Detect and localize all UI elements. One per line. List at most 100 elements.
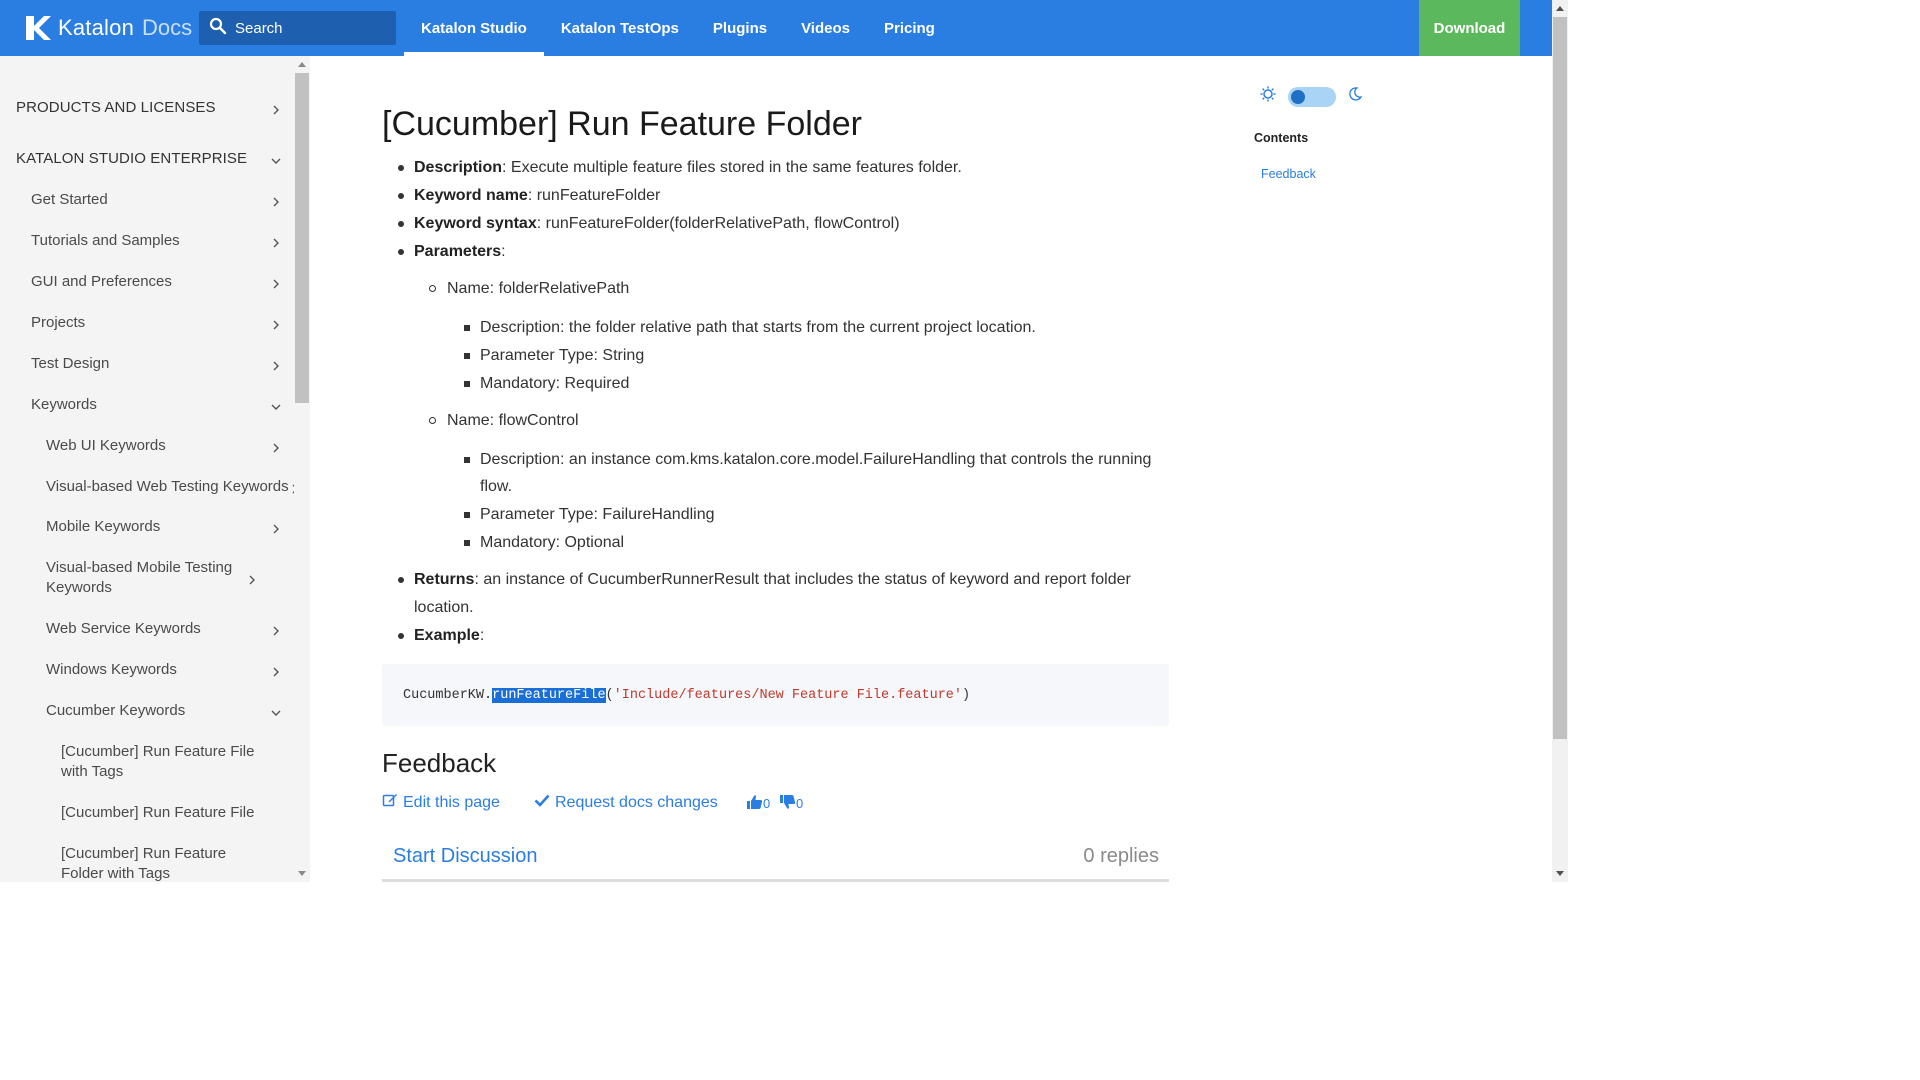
sidebar-item-label: [Cucumber] Run Feature Folder with Tags (61, 845, 227, 882)
chevron-right-icon (246, 572, 258, 585)
toc-feedback-link[interactable]: Feedback (1261, 167, 1316, 181)
sidebar-item-web-ui-keywords[interactable]: Web UI Keywords (46, 436, 294, 456)
nav-katalon-studio[interactable]: Katalon Studio (404, 0, 544, 56)
nav-pricing[interactable]: Pricing (867, 0, 952, 56)
nav-plugins[interactable]: Plugins (696, 0, 784, 56)
bullet-disc (398, 633, 404, 639)
search-icon (209, 17, 227, 40)
request-docs-changes-link[interactable]: Request docs changes (534, 792, 718, 813)
sidebar-item-label: Cucumber Keywords (46, 702, 186, 719)
sidebar-item-label: Keywords (31, 396, 97, 413)
example-line: Example: (414, 625, 484, 647)
parameters-colon: : (501, 243, 506, 260)
scrollbar-thumb[interactable] (295, 73, 309, 403)
bullet-square (464, 457, 470, 463)
search-input[interactable] (235, 19, 385, 37)
sidebar-item-cucumber-run-feature-folder-with-tags[interactable]: [Cucumber] Run Feature Folder with Tags (61, 844, 294, 882)
katalon-k-icon (24, 14, 52, 42)
downvote-count: 0 (796, 796, 804, 811)
sidebar-item-label: Web Service Keywords (46, 620, 201, 637)
sidebar-scrollbar[interactable] (294, 56, 310, 882)
code-close-paren: ) (962, 687, 971, 703)
dark-mode-toggle[interactable] (1288, 86, 1336, 107)
replies-count: 0 replies (1083, 845, 1159, 867)
sidebar-item-label: Tutorials and Samples (31, 232, 180, 249)
search-box[interactable] (199, 11, 396, 45)
sidebar-item-katalon-studio-enterprise[interactable]: KATALON STUDIO ENTERPRISE (16, 149, 294, 169)
sidebar-item-label: Test Design (31, 355, 110, 372)
scroll-up-arrow[interactable] (298, 62, 306, 67)
sidebar-item-get-started[interactable]: Get Started (31, 190, 294, 210)
bullet-circle (429, 417, 436, 424)
sidebar-item-label: Mobile Keywords (46, 518, 161, 535)
param-name-1: Name: folderRelativePath (447, 280, 630, 297)
nav-videos[interactable]: Videos (784, 0, 867, 56)
param-1-type: Parameter Type: String (480, 347, 645, 364)
sidebar-item-visual-web-testing-keywords[interactable]: Visual-based Web Testing Keywords (46, 477, 298, 497)
bullet-square (464, 540, 470, 546)
sidebar-item-label: Get Started (31, 191, 108, 208)
sidebar-item-mobile-keywords[interactable]: Mobile Keywords (46, 517, 294, 537)
page-title: [Cucumber] Run Feature Folder (382, 105, 862, 143)
sidebar-item-keywords[interactable]: Keywords (31, 395, 294, 415)
edit-this-page-label: Edit this page (403, 793, 500, 811)
discussion-bar: Start Discussion 0 replies (382, 836, 1169, 882)
chevron-down-icon (270, 399, 282, 411)
param-2-mandatory: Mandatory: Optional (480, 534, 625, 551)
download-button[interactable]: Download (1419, 0, 1520, 56)
sidebar-item-label: Windows Keywords (46, 661, 177, 678)
start-discussion-link[interactable]: Start Discussion (393, 845, 538, 868)
sidebar-item-test-design[interactable]: Test Design (31, 354, 294, 374)
param-2-description: Description: an instance com.kms.katalon… (480, 451, 1152, 468)
sidebar-item-web-service-keywords[interactable]: Web Service Keywords (46, 619, 294, 639)
sun-icon (1260, 86, 1276, 107)
keyword-name-label: Keyword name (414, 187, 528, 204)
nav-katalon-testops[interactable]: Katalon TestOps (544, 0, 696, 56)
returns-line-2: location. (414, 599, 474, 616)
bullet-square (464, 512, 470, 518)
top-navbar: Katalon Docs Katalon Studio Katalon Test… (0, 0, 1552, 56)
code-block[interactable]: CucumberKW. runFeatureFile('Include/featu… (382, 664, 1169, 726)
code-selected-text[interactable]: runFeatureFile (492, 687, 606, 703)
bullet-square (464, 381, 470, 387)
thumbs-up-icon (746, 794, 763, 813)
keyword-syntax-line: Keyword syntax: runFeatureFolder(folderR… (414, 213, 900, 235)
description-label: Description (414, 159, 503, 176)
toggle-knob (1291, 89, 1305, 104)
upvote-count: 0 (763, 796, 771, 811)
sidebar-item-cucumber-run-feature-file-with-tags[interactable]: [Cucumber] Run Feature File with Tags (61, 742, 294, 782)
katalon-logo[interactable]: Katalon Docs (0, 0, 199, 56)
request-docs-changes-label: Request docs changes (555, 793, 718, 811)
bullet-disc (398, 577, 404, 583)
scrollbar-thumb[interactable] (1553, 17, 1567, 739)
sidebar-item-windows-keywords[interactable]: Windows Keywords (46, 660, 294, 680)
chevron-right-icon (270, 276, 282, 289)
page-scrollbar[interactable] (1552, 0, 1568, 882)
sidebar-item-label: GUI and Preferences (31, 273, 172, 290)
sidebar-item-products-and-licenses[interactable]: PRODUCTS AND LICENSES (16, 98, 294, 118)
thumbs-down-button[interactable]: 0 (779, 794, 803, 813)
scroll-up-arrow[interactable] (1556, 6, 1564, 11)
sidebar-item-label: PRODUCTS AND LICENSES (16, 99, 216, 116)
edit-this-page-link[interactable]: Edit this page (382, 792, 500, 813)
sidebar-item-projects[interactable]: Projects (31, 313, 294, 333)
sidebar-item-gui-and-preferences[interactable]: GUI and Preferences (31, 272, 294, 292)
example-colon: : (479, 627, 485, 644)
bullet-disc (398, 249, 404, 255)
thumbs-up-button[interactable]: 0 (746, 794, 770, 813)
feedback-heading: Feedback (382, 748, 497, 778)
sidebar-item-visual-mobile-testing-keywords[interactable]: Visual-based Mobile Testing Keywords (46, 558, 294, 598)
chevron-right-icon (270, 317, 282, 330)
sidebar: PRODUCTS AND LICENSES KATALON STUDIO ENT… (0, 56, 310, 882)
sidebar-item-label: Visual-based Web Testing Keywords (46, 478, 289, 495)
param-1-mandatory: Mandatory: Required (480, 375, 630, 392)
sidebar-item-tutorials-and-samples[interactable]: Tutorials and Samples (31, 231, 294, 251)
keyword-syntax-label: Keyword syntax (414, 215, 537, 232)
chevron-right-icon (270, 102, 282, 115)
sidebar-item-cucumber-keywords[interactable]: Cucumber Keywords (46, 701, 294, 721)
sidebar-item-label: Visual-based Mobile Testing Keywords (46, 559, 233, 596)
sidebar-item-cucumber-run-feature-file[interactable]: [Cucumber] Run Feature File (61, 803, 294, 823)
scroll-down-arrow[interactable] (1556, 871, 1564, 876)
scroll-down-arrow[interactable] (298, 871, 306, 876)
param-1-description: Description: the folder relative path th… (480, 319, 1036, 336)
